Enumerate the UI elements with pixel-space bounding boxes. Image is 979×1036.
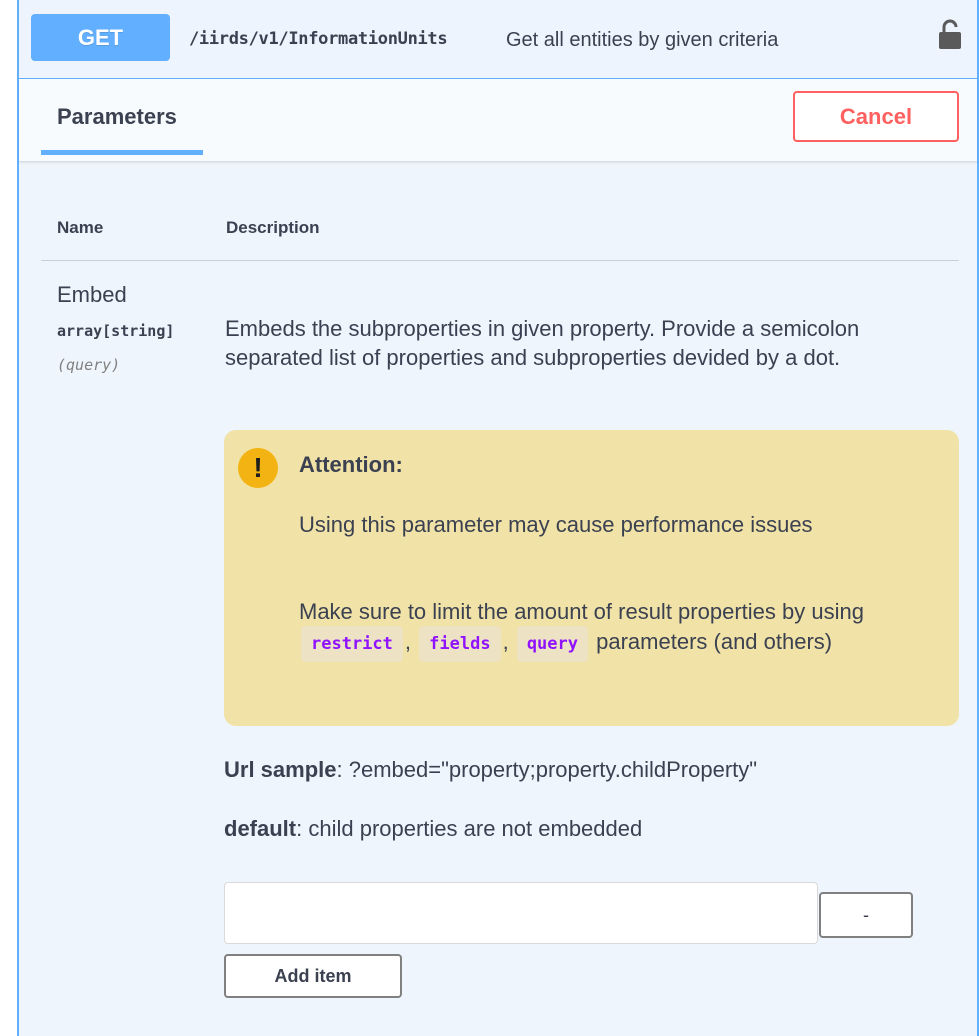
attention-box: ! Attention: Using this parameter may ca… — [224, 430, 959, 726]
operation-block: GET /iirds/v1/InformationUnits Get all e… — [17, 0, 979, 1036]
add-item-button[interactable]: Add item — [224, 954, 402, 998]
attention-hint: Make sure to limit the amount of result … — [299, 597, 959, 662]
operation-summary-text: Get all entities by given criteria — [506, 29, 779, 51]
header-divider — [41, 260, 959, 261]
parameter-type: array[string] — [57, 322, 175, 340]
separator: , — [502, 629, 509, 654]
parameter-location: (query) — [57, 356, 121, 374]
parameters-header: Parameters Cancel — [19, 79, 977, 162]
code-restrict: restrict — [301, 626, 403, 662]
array-item-input[interactable] — [224, 882, 818, 944]
url-sample-value: : ?embed="property;property.childPropert… — [336, 757, 758, 782]
default-value: : child properties are not embedded — [296, 816, 643, 841]
parameter-description: Embeds the subproperties in given proper… — [225, 316, 860, 370]
code-fields: fields — [419, 626, 501, 662]
url-sample: Url sample: ?embed="property;property.ch… — [224, 757, 757, 783]
attention-title: Attention: — [299, 452, 403, 477]
lock-icon[interactable] — [936, 18, 964, 50]
method-badge: GET — [31, 14, 170, 61]
exclamation-icon: ! — [238, 448, 278, 488]
attention-text: Using this parameter may cause performan… — [299, 512, 813, 537]
default-note: default: child properties are not embedd… — [224, 816, 642, 842]
remove-item-button[interactable]: - — [819, 892, 913, 938]
column-header-description: Description — [226, 218, 320, 237]
operation-summary[interactable]: GET /iirds/v1/InformationUnits Get all e… — [19, 0, 977, 79]
tab-parameters[interactable]: Parameters — [57, 104, 177, 130]
default-label: default — [224, 816, 297, 841]
separator: , — [404, 629, 412, 654]
parameter-name: Embed — [57, 282, 127, 307]
active-tab-indicator — [41, 150, 203, 155]
column-header-name: Name — [57, 218, 104, 237]
attention-hint-prefix: Make sure to limit the amount of result … — [299, 599, 864, 624]
operation-path: /iirds/v1/InformationUnits — [189, 29, 448, 49]
attention-hint-suffix: parameters (and others) — [596, 629, 833, 654]
url-sample-label: Url sample — [224, 757, 337, 782]
code-query: query — [516, 626, 588, 662]
cancel-button[interactable]: Cancel — [793, 91, 959, 142]
